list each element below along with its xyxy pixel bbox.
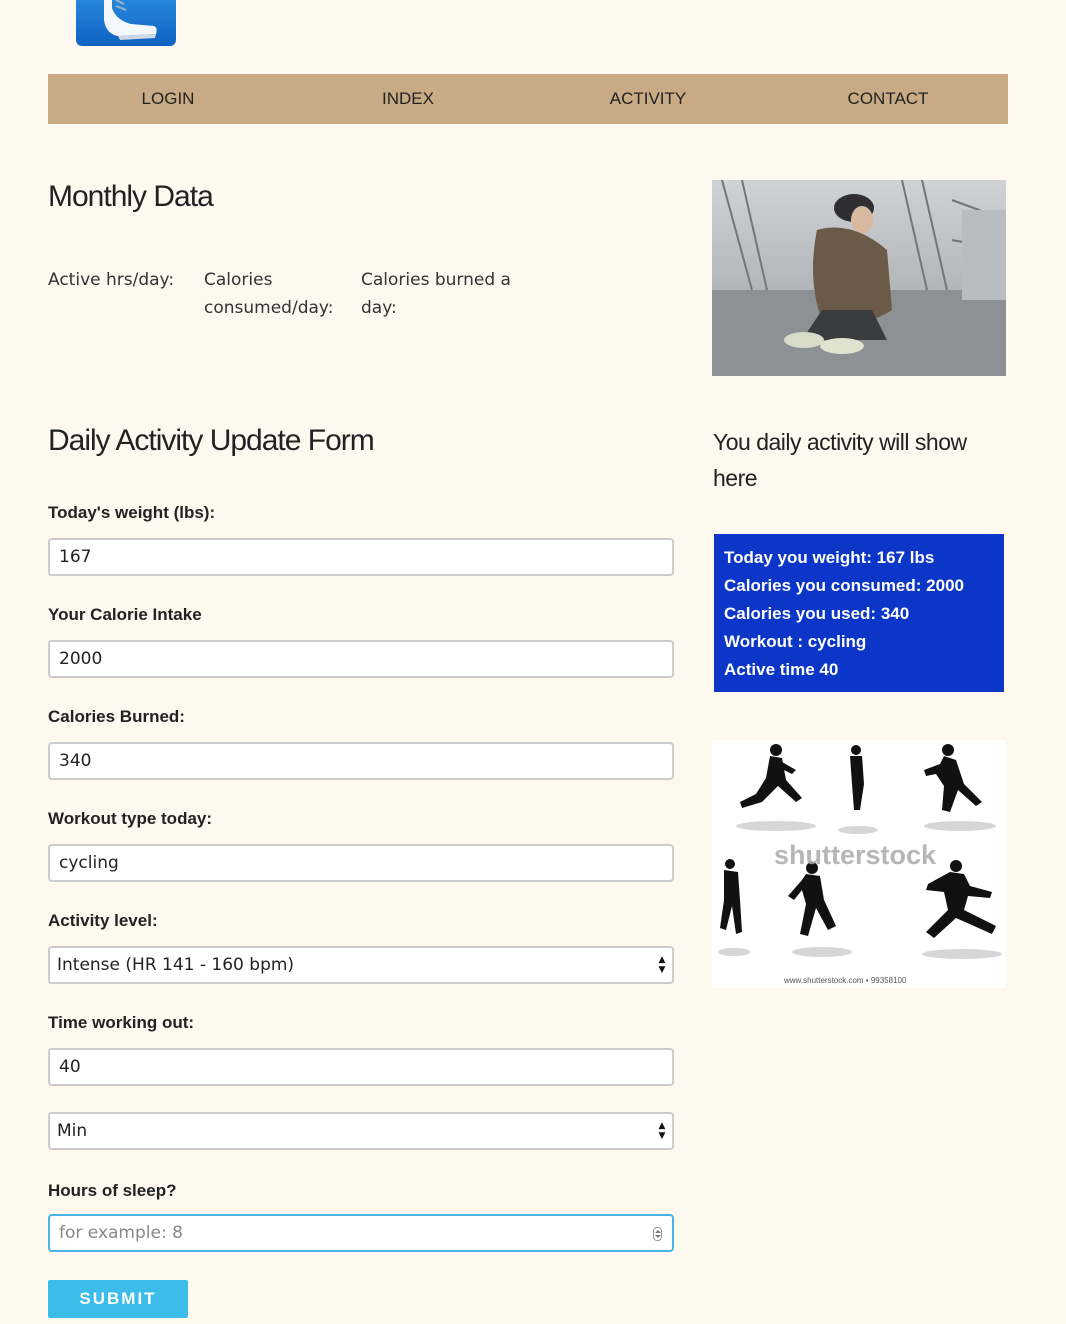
intake-value: 2000 [59,649,103,669]
stat-label-line1: Active hrs/day: [48,270,175,290]
workout-label: Workout type today: [48,809,213,828]
activity-level-select[interactable]: Intense (HR 141 - 160 bpm) ▲ ▼ [48,946,674,984]
weight-input[interactable]: 167 [48,538,674,576]
calories-burned-input[interactable]: 340 [48,742,674,780]
weight-value: 167 [59,547,92,567]
time-label: Time working out: [48,1013,195,1032]
time-unit-select[interactable]: Min ▲ ▼ [48,1112,674,1150]
weight-label: Today's weight (lbs): [48,503,216,522]
app-logo[interactable] [76,0,176,46]
shoe-icon [104,0,157,40]
image-watermark: shutterstock [774,840,937,870]
summary-active-time: Active time 40 [724,660,839,679]
runner-photo [712,180,1006,376]
intake-label: Your Calorie Intake [48,605,202,624]
summary-weight: Today you weight: 167 lbs [724,548,935,567]
summary-workout: Workout : cycling [724,632,867,651]
sleep-placeholder: for example: 8 [59,1223,183,1243]
stat-calories-consumed: Calories consumed/day: [204,266,333,322]
select-arrows-icon: ▲ ▼ [658,955,666,975]
summary-used: Calories you used: 340 [724,604,910,623]
stat-calories-burned: Calories burned a day: [361,266,511,322]
stat-active-hours: Active hrs/day: [48,266,174,294]
calorie-intake-input[interactable]: 2000 [48,640,674,678]
runners-silhouette-image: shutterstock www.shutterstock.com • 9935… [712,740,1006,988]
activity-level-value: Intense (HR 141 - 160 bpm) [57,955,295,975]
time-value: 40 [59,1057,81,1077]
select-arrows-icon: ▲ ▼ [658,1121,666,1141]
stat-label-line2: consumed/day: [204,298,334,318]
activity-caption: You daily activity will show here [713,429,967,491]
stat-label-line1: Calories [204,270,273,290]
stat-label-line2: day: [361,298,397,318]
sleep-hours-input[interactable]: for example: 8 [48,1214,674,1252]
form-heading: Daily Activity Update Form [48,424,375,457]
time-unit-value: Min [57,1121,88,1141]
workout-type-input[interactable]: cycling [48,844,674,882]
nav-index[interactable]: INDEX [288,89,528,109]
activity-summary: Today you weight: 167 lbs Calories you c… [714,534,1004,692]
main-nav: LOGIN INDEX ACTIVITY CONTACT [48,74,1008,124]
time-input[interactable]: 40 [48,1048,674,1086]
nav-activity[interactable]: ACTIVITY [528,89,768,109]
sleep-label: Hours of sleep? [48,1181,177,1200]
burned-value: 340 [59,751,92,771]
activity-level-label: Activity level: [48,911,158,930]
workout-value: cycling [59,853,119,873]
summary-consumed: Calories you consumed: 2000 [724,576,964,595]
stat-label-line1: Calories burned a [361,270,511,290]
image-watermark-url: www.shutterstock.com • 99358100 [784,976,907,985]
nav-contact[interactable]: CONTACT [768,89,1008,109]
nav-login[interactable]: LOGIN [48,89,288,109]
submit-button[interactable]: SUBMIT [48,1280,188,1318]
number-spinner-icon[interactable] [653,1227,662,1241]
burned-label: Calories Burned: [48,707,185,726]
monthly-data-heading: Monthly Data [48,180,214,213]
